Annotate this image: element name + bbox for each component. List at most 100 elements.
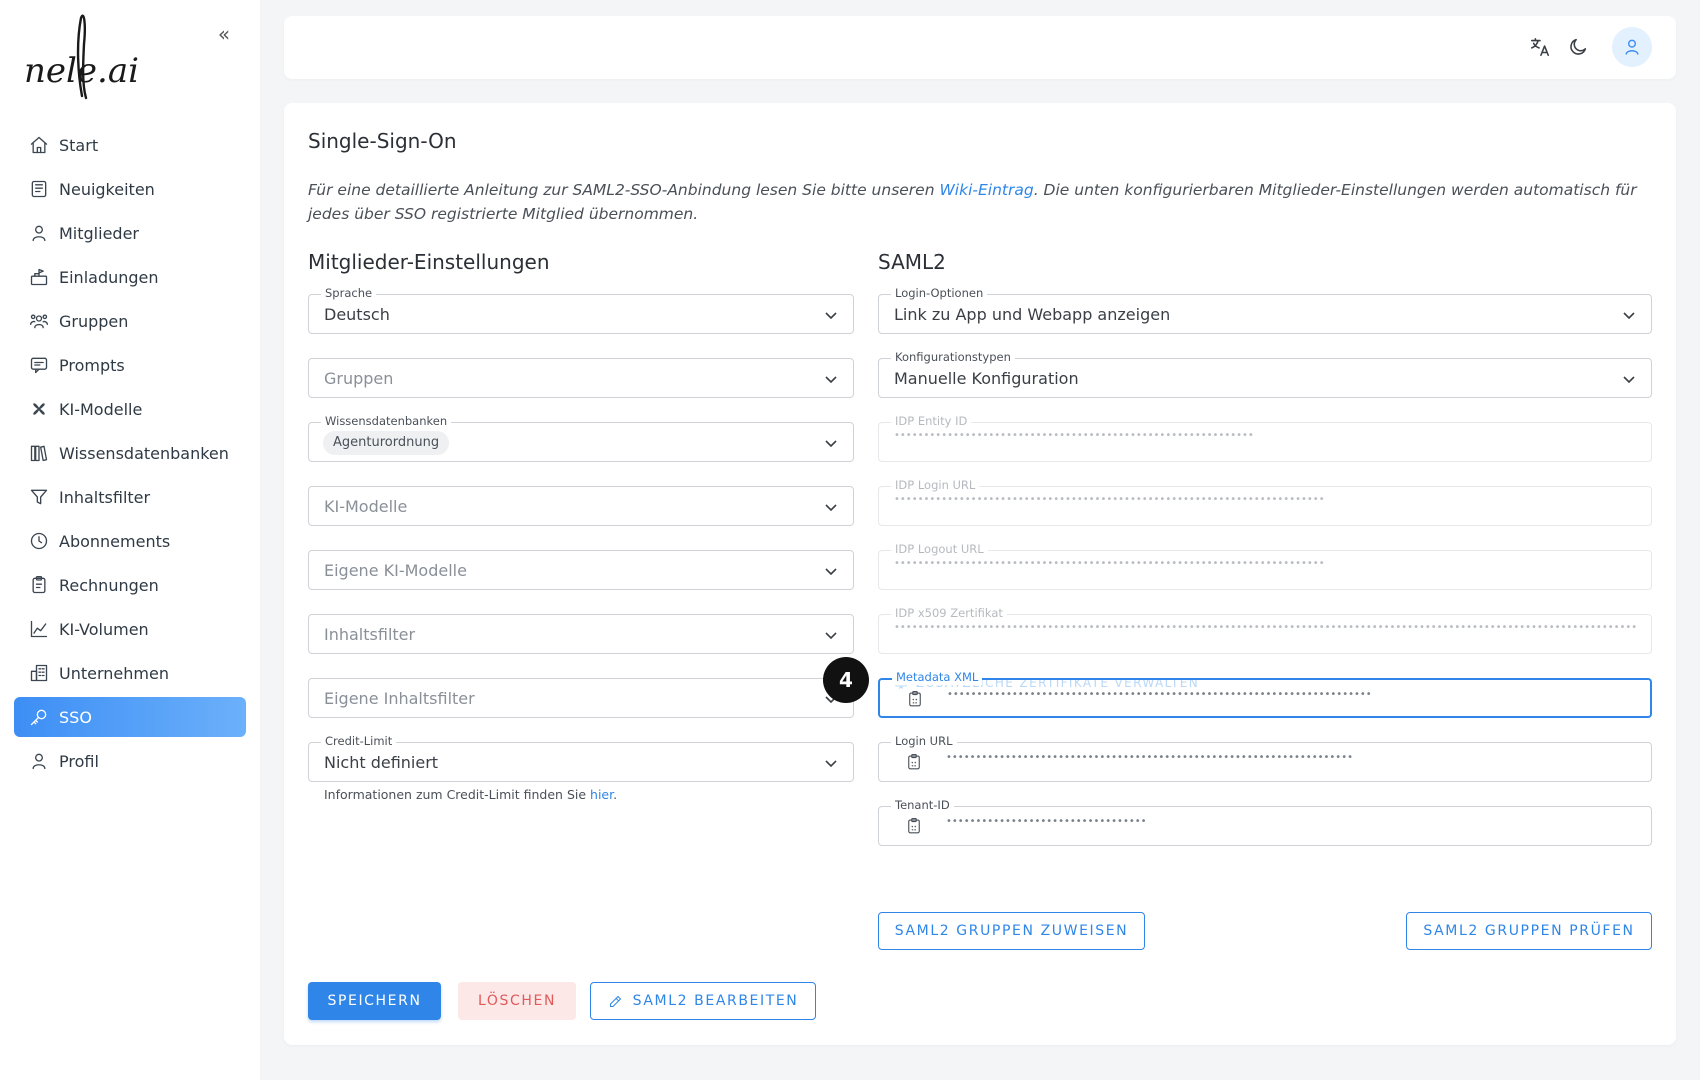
groups-select[interactable]: Gruppen — [308, 358, 854, 398]
sidebar-item-start[interactable]: Start — [14, 125, 246, 165]
sidebar-item-invoices[interactable]: Rechnungen — [14, 565, 246, 605]
invite-icon — [29, 267, 49, 287]
clock-icon — [29, 531, 49, 551]
copy-clipboard-icon[interactable] — [905, 817, 923, 835]
sidebar-item-members[interactable]: Mitglieder — [14, 213, 246, 253]
model-icon — [29, 399, 49, 419]
sidebar-item-label: Profil — [59, 751, 99, 771]
login-options-select[interactable]: Login-Optionen Link zu App und Webapp an… — [878, 285, 1652, 334]
sidebar-item-label: Unternehmen — [59, 663, 169, 683]
content-filter-select[interactable]: Inhaltsfilter — [308, 614, 854, 654]
home-icon — [29, 135, 49, 155]
sso-card: Single-Sign-On Für eine detaillierte Anl… — [284, 103, 1676, 1045]
check-saml2-groups-button[interactable]: SAML2 GRUPPEN PRÜFEN — [1406, 912, 1652, 950]
sidebar-item-label: SSO — [59, 707, 92, 727]
sidebar-item-knowledge[interactable]: Wissensdatenbanken — [14, 433, 246, 473]
credit-limit-help-link[interactable]: hier — [590, 787, 613, 802]
chevron-down-icon — [823, 435, 839, 451]
members-settings-title: Mitglieder-Einstellungen — [308, 250, 550, 274]
dark-mode-icon[interactable] — [1565, 34, 1591, 60]
pencil-icon — [609, 995, 621, 1007]
sidebar-item-groups[interactable]: Gruppen — [14, 301, 246, 341]
sidebar-item-label: Neuigkeiten — [59, 179, 155, 199]
idp-x509-certificate-field: IDP x509 Zertifikat ••••••••••••••••••••… — [878, 605, 1652, 654]
chevron-down-icon — [823, 755, 839, 771]
user-icon — [29, 751, 49, 771]
save-button[interactable]: SPEICHERN — [308, 982, 441, 1020]
sidebar-item-label: KI-Modelle — [59, 399, 143, 419]
invoice-icon — [29, 575, 49, 595]
sidebar-item-label: Inhaltsfilter — [59, 487, 151, 507]
custom-ai-models-select[interactable]: Eigene KI-Modelle — [308, 550, 854, 590]
credit-limit-select[interactable]: Credit-Limit Nicht definiert — [308, 733, 854, 782]
sidebar-item-label: Rechnungen — [59, 575, 159, 595]
edit-saml2-button[interactable]: SAML2 BEARBEITEN — [590, 982, 816, 1020]
sidebar-item-sso[interactable]: SSO — [14, 697, 246, 737]
idp-logout-url-field: IDP Logout URL •••••••••••••••••••••••••… — [878, 541, 1652, 590]
sidebar-item-label: KI-Volumen — [59, 619, 149, 639]
sidebar-item-news[interactable]: Neuigkeiten — [14, 169, 246, 209]
custom-content-filter-select[interactable]: Eigene Inhaltsfilter — [308, 678, 854, 718]
language-select[interactable]: Sprache Deutsch — [308, 285, 854, 334]
configuration-types-select[interactable]: Konfigurationstypen Manuelle Konfigurati… — [878, 349, 1652, 398]
sidebar-item-label: Wissensdatenbanken — [59, 443, 229, 463]
sidebar-item-profile[interactable]: Profil — [14, 741, 246, 781]
prompt-icon — [29, 355, 49, 375]
sidebar-item-label: Abonnements — [59, 531, 171, 551]
chevron-down-icon — [1621, 307, 1637, 323]
key-icon — [29, 707, 49, 727]
sidebar-item-invitations[interactable]: Einladungen — [14, 257, 246, 297]
sidebar: nele.ai « Start Neuigkeiten Mitglieder E… — [0, 0, 260, 1080]
knowledge-bases-select[interactable]: Wissensdatenbanken Agenturordnung — [308, 413, 854, 462]
sidebar-item-label: Einladungen — [59, 267, 159, 287]
sidebar-nav: Start Neuigkeiten Mitglieder Einladungen… — [14, 125, 246, 785]
chevron-down-icon — [823, 307, 839, 323]
delete-button[interactable]: LÖSCHEN — [458, 982, 576, 1020]
news-icon — [29, 179, 49, 199]
collapse-sidebar-icon[interactable]: « — [212, 22, 236, 46]
user-icon — [1625, 39, 1639, 55]
filter-icon — [29, 487, 49, 507]
metadata-xml-field[interactable]: Metadata XML •••••••••••••••••••••••••••… — [878, 669, 1652, 718]
sidebar-item-label: Prompts — [59, 355, 125, 375]
user-avatar[interactable] — [1612, 27, 1652, 67]
chart-icon — [29, 619, 49, 639]
building-icon — [29, 663, 49, 683]
sidebar-item-ai-volume[interactable]: KI-Volumen — [14, 609, 246, 649]
idp-login-url-field: IDP Login URL ••••••••••••••••••••••••••… — [878, 477, 1652, 526]
chevron-down-icon — [823, 371, 839, 387]
credit-limit-helper: Informationen zum Credit-Limit finden Si… — [324, 787, 618, 802]
knowledge-base-chip[interactable]: Agenturordnung — [323, 431, 450, 455]
sidebar-item-label: Start — [59, 135, 99, 155]
wiki-link[interactable]: Wiki-Eintrag — [939, 181, 1033, 199]
page-title: Single-Sign-On — [308, 129, 457, 153]
tenant-id-field[interactable]: Tenant-ID ••••••••••••••••••••••••••••••… — [878, 797, 1652, 846]
idp-entity-id-field: IDP Entity ID ••••••••••••••••••••••••••… — [878, 413, 1652, 462]
chevron-down-icon — [823, 563, 839, 579]
top-bar — [284, 16, 1676, 79]
chevron-down-icon — [823, 627, 839, 643]
ai-models-select[interactable]: KI-Modelle — [308, 486, 854, 526]
chevron-down-icon — [823, 499, 839, 515]
assign-saml2-groups-button[interactable]: SAML2 GRUPPEN ZUWEISEN — [878, 912, 1145, 950]
saml2-title: SAML2 — [878, 250, 946, 274]
login-url-field[interactable]: Login URL ••••••••••••••••••••••••••••••… — [878, 733, 1652, 782]
user-icon — [29, 223, 49, 243]
sidebar-item-label: Gruppen — [59, 311, 129, 331]
sidebar-item-ai-models[interactable]: KI-Modelle — [14, 389, 246, 429]
logo-text: nele.ai — [24, 51, 139, 91]
copy-clipboard-icon[interactable] — [906, 690, 924, 708]
library-icon — [29, 443, 49, 463]
translate-icon[interactable] — [1527, 34, 1553, 60]
step-marker: 4 — [823, 657, 869, 703]
group-icon — [29, 311, 49, 331]
copy-clipboard-icon[interactable] — [905, 753, 923, 771]
sidebar-item-label: Mitglieder — [59, 223, 139, 243]
sidebar-item-content-filter[interactable]: Inhaltsfilter — [14, 477, 246, 517]
intro-text: Für eine detaillierte Anleitung zur SAML… — [308, 181, 1637, 223]
chevron-down-icon — [1621, 371, 1637, 387]
sidebar-item-company[interactable]: Unternehmen — [14, 653, 246, 693]
nele-ai-logo[interactable]: nele.ai — [24, 14, 154, 104]
sidebar-item-prompts[interactable]: Prompts — [14, 345, 246, 385]
sidebar-item-subscriptions[interactable]: Abonnements — [14, 521, 246, 561]
